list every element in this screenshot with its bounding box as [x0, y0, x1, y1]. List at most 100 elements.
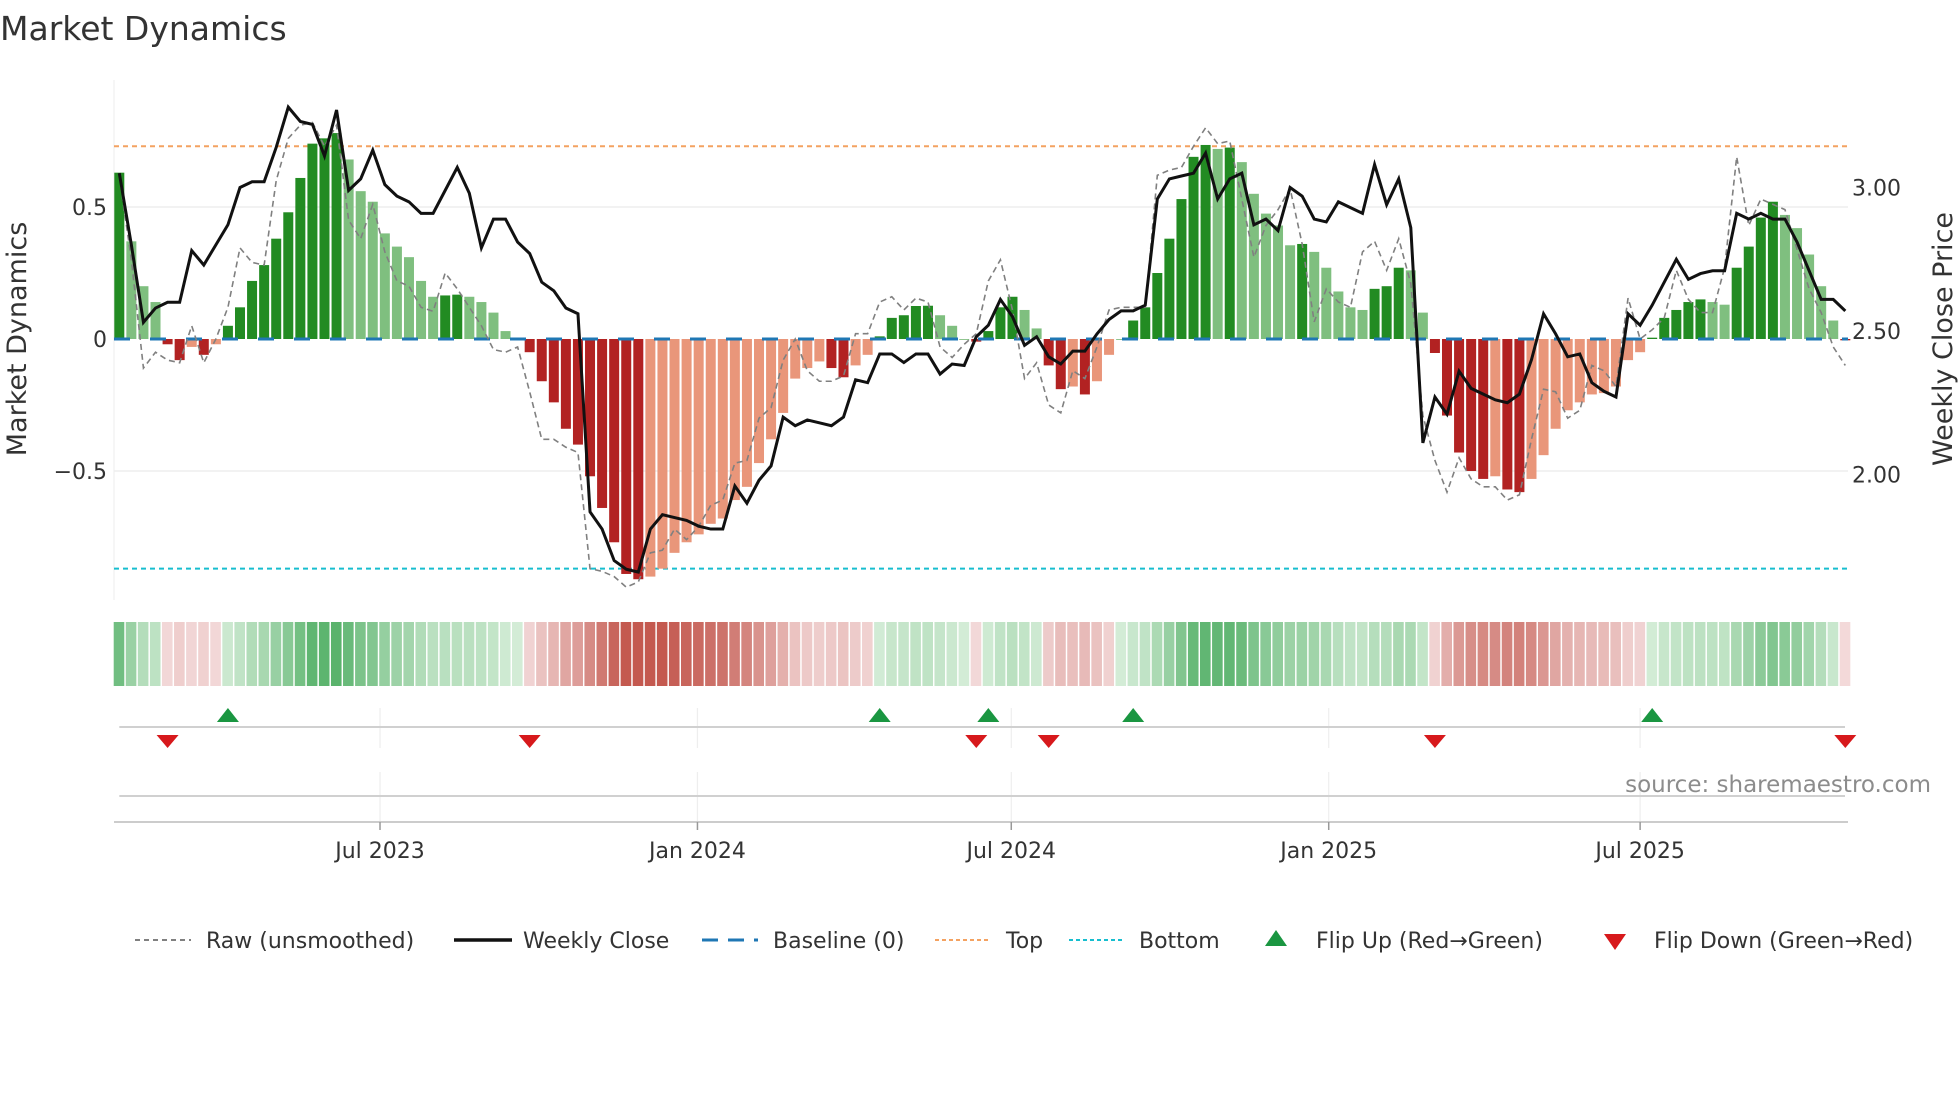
heat-strip-cell [294, 622, 306, 686]
flip-down-marker [156, 735, 179, 748]
heat-strip-cell [1175, 622, 1187, 686]
heat-strip-cell [1839, 622, 1851, 686]
dynamics-bar [355, 191, 366, 339]
heat-strip-cell [1719, 622, 1730, 686]
dynamics-bar [633, 339, 644, 580]
dynamics-bar [922, 305, 933, 339]
dynamics-bar [1514, 339, 1525, 493]
heat-strip-cell [1827, 622, 1839, 686]
heat-strip-cell [862, 622, 873, 686]
y-tick-label: 0 [93, 328, 107, 353]
flip-down-marker [518, 735, 541, 748]
heat-strip-cell [837, 622, 849, 686]
heat-strip-cell [1296, 622, 1308, 686]
heat-strip-cell [379, 622, 390, 686]
heat-strip-cell [330, 622, 342, 686]
heat-strip-cell [1755, 622, 1766, 686]
heat-strip-cell [355, 622, 366, 686]
heat-strip-cell [620, 622, 632, 686]
heat-strip-cell [1356, 622, 1368, 686]
heat-strip-cell [898, 622, 909, 686]
heat-strip-cell [922, 622, 933, 686]
dynamics-bar [826, 339, 837, 369]
dynamics-bar [1502, 339, 1513, 490]
dynamics-bar [271, 238, 282, 339]
y-tick-label: 0.5 [72, 196, 107, 221]
dynamics-bar [766, 339, 777, 440]
heat-strip-cell [693, 622, 704, 686]
dynamics-bar [1466, 339, 1477, 471]
heat-strip-cell [1537, 622, 1549, 686]
dynamics-bar [1321, 267, 1332, 339]
dynamics-bar [367, 201, 378, 339]
raw-unsmoothed-line [118, 121, 1846, 589]
heat-strip-cell [499, 622, 511, 686]
heat-strip-cell [584, 622, 596, 686]
heat-strip-cell [427, 622, 439, 686]
heat-strip-cell [512, 622, 523, 686]
heat-strip-cell [451, 622, 463, 686]
heat-strip-cell [1743, 622, 1754, 686]
heat-strip-cell [1405, 622, 1416, 686]
heat-strip-cell [1127, 622, 1139, 686]
source-note: source: sharemaestro.com [1625, 772, 1931, 798]
heat-strip [113, 622, 1851, 686]
heat-strip-cell [1731, 622, 1742, 686]
dynamics-bar [560, 339, 571, 429]
heat-strip-cell [741, 622, 752, 686]
dynamics-bar [1176, 199, 1187, 339]
legend-flip-down-icon [1604, 934, 1626, 950]
heat-strip-cell [1200, 622, 1211, 686]
heat-strip-cell [234, 622, 245, 686]
dynamics-bar [198, 339, 209, 355]
dynamics-bar [1345, 307, 1356, 339]
dynamics-bar [536, 339, 547, 382]
dynamics-bar [1671, 309, 1682, 339]
dynamics-bar [488, 312, 499, 339]
heat-strip-cell [1598, 622, 1609, 686]
dynamics-bar [1260, 213, 1271, 339]
heat-strip-cell [222, 622, 233, 686]
dynamics-bar [609, 339, 620, 543]
flip-down-marker [1423, 735, 1446, 748]
heat-strip-cell [1151, 622, 1163, 686]
dynamics-bar [1755, 217, 1766, 339]
dynamics-bar [1091, 339, 1102, 382]
dynamics-bar [235, 307, 245, 339]
dynamics-bar [657, 339, 668, 569]
heat-strip-cell [1646, 622, 1658, 686]
heat-strip-cell [994, 622, 1006, 686]
dynamics-bar [283, 212, 294, 339]
dynamics-bar [597, 339, 608, 508]
dynamics-bar [898, 315, 909, 339]
heat-strip-cell [137, 622, 149, 686]
heat-strip-cell [1441, 622, 1452, 686]
dynamics-bar [838, 339, 849, 378]
x-tick-label: Jan 2025 [1278, 839, 1377, 864]
dynamics-bar [391, 246, 402, 339]
dynamics-bar [1104, 339, 1115, 355]
heat-strip-cell [1513, 622, 1525, 686]
dynamics-bar [814, 339, 825, 362]
heat-strip-cell [1670, 622, 1682, 686]
heat-strip-cell [210, 622, 221, 686]
heat-strip-cell [1031, 622, 1042, 686]
heat-strip-cell [874, 622, 885, 686]
heat-strip-cell [1236, 622, 1247, 686]
heat-strip-cell [1103, 622, 1115, 686]
heat-strip-cell [1332, 622, 1344, 686]
heat-strip-cell [1489, 622, 1501, 686]
heat-strip-cell [1043, 622, 1054, 686]
heat-strip-cell [777, 622, 789, 686]
heat-strip-cell [608, 622, 620, 686]
heat-strip-cell [1163, 622, 1175, 686]
heat-strip-cell [367, 622, 378, 686]
heat-strip-cell [174, 622, 185, 686]
dynamics-bar [1828, 320, 1839, 339]
heat-strip-cell [125, 622, 137, 686]
dynamics-bar [886, 317, 897, 339]
dynamics-bar [416, 280, 427, 339]
heat-strip-cell [644, 622, 656, 686]
heat-strip-cell [1272, 622, 1284, 686]
dynamics-bar [1333, 291, 1344, 339]
